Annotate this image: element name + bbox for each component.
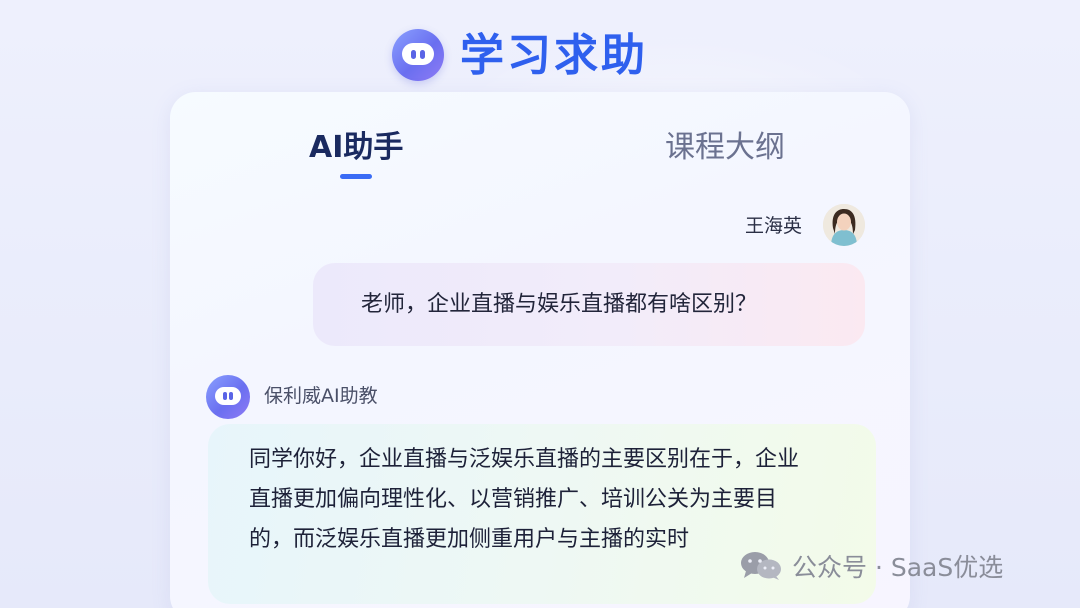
- assistant-message-text: 同学你好，企业直播与泛娱乐直播的主要区别在于，企业直播更加偏向理性化、以营销推广…: [249, 447, 800, 552]
- watermark: 公众号 · SaaS优选: [740, 546, 1003, 586]
- tab-ai-assistant[interactable]: AI助手: [309, 128, 403, 168]
- user-avatar: [823, 204, 865, 246]
- user-name: 王海英: [745, 215, 803, 237]
- tab-course-outline[interactable]: 课程大纲: [665, 128, 785, 168]
- user-message-text: 老师，企业直播与娱乐直播都有啥区别？: [361, 292, 758, 317]
- assistant-name: 保利威AI助教: [264, 385, 378, 407]
- wechat-icon: [740, 551, 782, 581]
- chat-card: AI助手 课程大纲 王海英 老师，企业直播与娱乐直播都有啥区别？ 保利威AI助教…: [170, 92, 910, 608]
- page-header: 学习求助: [0, 24, 1080, 94]
- active-tab-indicator: [340, 174, 372, 179]
- watermark-text: 公众号 · SaaS优选: [792, 553, 1004, 582]
- robot-icon: [392, 29, 444, 81]
- user-message-bubble: 老师，企业直播与娱乐直播都有啥区别？: [313, 263, 865, 346]
- assistant-robot-icon: [206, 375, 250, 419]
- page-title: 学习求助: [460, 30, 648, 81]
